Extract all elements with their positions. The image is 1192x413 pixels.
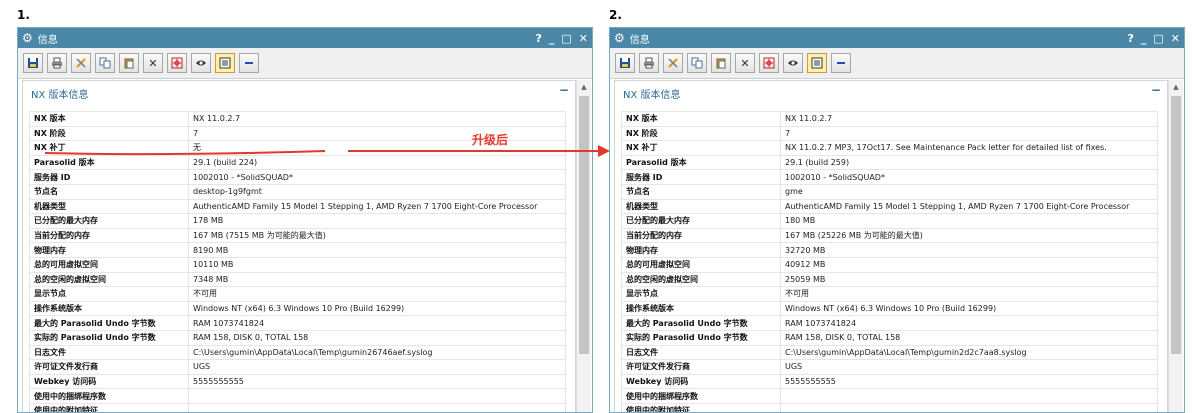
upgrade-annotation: 升级后 <box>472 133 509 147</box>
arrow-line-left <box>44 150 326 156</box>
arrowhead-icon <box>598 145 610 157</box>
upgrade-arrow <box>44 145 610 157</box>
